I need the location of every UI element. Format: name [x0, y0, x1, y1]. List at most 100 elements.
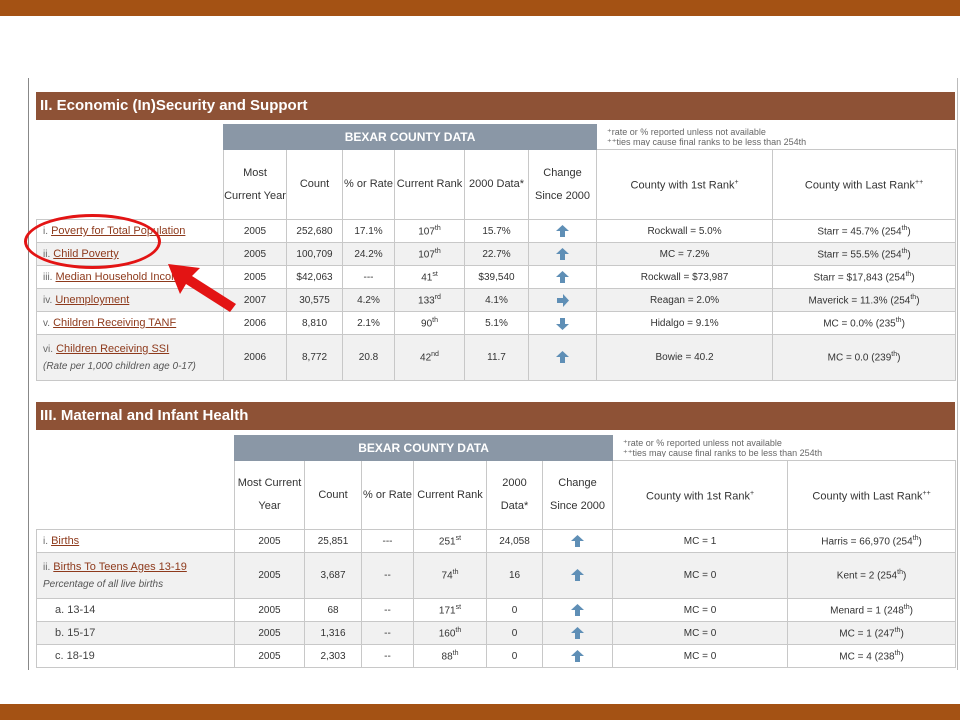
change-cell	[527, 334, 598, 381]
count-cell: 100,709	[286, 242, 343, 266]
indicator-link[interactable]: Births	[51, 535, 79, 547]
change-cell	[541, 644, 614, 668]
data-2000-cell: 0	[486, 598, 543, 622]
change-cell	[527, 265, 598, 289]
change-cell	[527, 242, 598, 266]
rank-cell: 107th	[394, 242, 465, 266]
count-cell: 1,316	[304, 621, 362, 645]
rank-cell: 171st	[413, 598, 487, 622]
rank-cell: 133rd	[394, 288, 465, 312]
col-county-last-rank: County with Last Rank++	[787, 460, 957, 530]
year-cell: 2005	[234, 621, 305, 645]
first-rank-cell: MC = 0	[612, 621, 789, 645]
down-arrow-icon	[556, 317, 570, 330]
page-left-border	[28, 78, 29, 670]
table-row: c. 18-19 2005 2,303 -- 88th 0 MC = 0 MC = 4 (23…	[36, 644, 957, 668]
child-poverty-highlight-circle	[24, 214, 161, 269]
indicator-label: vi. Children Receiving SSI (Rate per 1,00…	[36, 334, 224, 381]
red-pointer-arrow-icon	[168, 264, 236, 312]
year-cell: 2006	[223, 311, 287, 335]
col-pct-or-rate: % or Rate	[342, 149, 395, 220]
rate-cell: 17.1%	[342, 219, 395, 243]
indicator-sublabel: c. 18-19	[36, 644, 235, 668]
last-rank-cell: Kent = 2 (254th)	[787, 552, 957, 599]
indicator-link[interactable]: Children Receiving SSI	[56, 343, 169, 355]
data-2000-cell: 16	[486, 552, 543, 599]
last-rank-cell: Starr = 55.5% (254th)	[772, 242, 957, 266]
up-arrow-icon	[571, 534, 585, 547]
col-county-first-rank: County with 1st Rank+	[612, 460, 789, 530]
data-2000-cell: 5.1%	[464, 311, 529, 335]
col-2000-data: 2000 Data*	[486, 460, 543, 530]
change-cell	[527, 311, 598, 335]
up-arrow-icon	[571, 603, 585, 616]
rate-cell: 24.2%	[342, 242, 395, 266]
first-rank-cell: MC = 1	[612, 529, 789, 553]
rank-cell: 74th	[413, 552, 487, 599]
year-cell: 2005	[234, 598, 305, 622]
col-change-since-2000: Change Since 2000	[541, 460, 614, 530]
section-ii-header: II. Economic (In)Security and Support	[36, 92, 955, 120]
table-notes: ⁺rate or % reported unless not available…	[623, 437, 823, 457]
change-cell	[527, 288, 598, 312]
count-cell: 68	[304, 598, 362, 622]
rate-cell: --	[361, 621, 414, 645]
year-cell: 2005	[234, 552, 305, 599]
rate-cell: 4.2%	[342, 288, 395, 312]
col-county-first-rank: County with 1st Rank+	[596, 149, 774, 220]
col-county-last-rank: County with Last Rank++	[772, 149, 957, 220]
last-rank-cell: Starr = $17,843 (254th)	[772, 265, 957, 289]
data-2000-cell: 11.7	[464, 334, 529, 381]
year-cell: 2005	[234, 529, 305, 553]
table-row: a. 13-14 2005 68 -- 171st 0 MC = 0 Menard = 1 (…	[36, 598, 957, 622]
up-arrow-icon	[556, 270, 570, 283]
count-cell: 2,303	[304, 644, 362, 668]
up-arrow-icon	[556, 247, 570, 260]
rate-cell: ---	[361, 529, 414, 553]
col-pct-or-rate: % or Rate	[361, 460, 414, 530]
first-rank-cell: Rockwall = 5.0%	[596, 219, 774, 243]
up-arrow-icon	[571, 649, 585, 662]
indicator-link[interactable]: Unemployment	[55, 294, 129, 306]
right-arrow-icon	[557, 293, 570, 307]
col-change-since-2000: Change Since 2000	[527, 149, 598, 220]
rank-cell: 251st	[413, 529, 487, 553]
col-count: Count	[286, 149, 343, 220]
indicator-label: ii. Births To Teens Ages 13-19 Percentage…	[36, 552, 235, 599]
indicator-link[interactable]: Births To Teens Ages 13-19	[53, 561, 187, 573]
indicator-label: v. Children Receiving TANF	[36, 311, 224, 335]
change-cell	[541, 529, 614, 553]
last-rank-cell: Menard = 1 (248th)	[787, 598, 957, 622]
change-cell	[527, 219, 598, 243]
change-cell	[541, 621, 614, 645]
first-rank-cell: MC = 0	[612, 644, 789, 668]
last-rank-cell: Starr = 45.7% (254th)	[772, 219, 957, 243]
year-cell: 2006	[223, 334, 287, 381]
year-cell: 2005	[234, 644, 305, 668]
indicator-link[interactable]: Children Receiving TANF	[53, 317, 176, 329]
data-2000-cell: 4.1%	[464, 288, 529, 312]
last-rank-cell: MC = 1 (247th)	[787, 621, 957, 645]
data-2000-cell: 24,058	[486, 529, 543, 553]
last-rank-cell: MC = 4 (238th)	[787, 644, 957, 668]
rate-cell: 2.1%	[342, 311, 395, 335]
rank-cell: 90th	[394, 311, 465, 335]
up-arrow-icon	[571, 569, 585, 581]
year-cell: 2005	[223, 219, 287, 243]
count-cell: 25,851	[304, 529, 362, 553]
rank-cell: 42nd	[394, 334, 465, 381]
rank-cell: 88th	[413, 644, 487, 668]
up-arrow-icon	[556, 224, 570, 237]
count-cell: 30,575	[286, 288, 343, 312]
last-rank-cell: Harris = 66,970 (254th)	[787, 529, 957, 553]
change-cell	[541, 598, 614, 622]
rate-cell: --	[361, 552, 414, 599]
rate-cell: --	[361, 644, 414, 668]
first-rank-cell: Bowie = 40.2	[596, 334, 774, 381]
first-rank-cell: MC = 0	[612, 552, 789, 599]
table-notes: ⁺rate or % reported unless not available…	[607, 126, 807, 146]
change-cell	[541, 552, 614, 599]
rank-cell: 41st	[394, 265, 465, 289]
first-rank-cell: Hidalgo = 9.1%	[596, 311, 774, 335]
table-row: vi. Children Receiving SSI (Rate per 1,00…	[36, 334, 957, 381]
